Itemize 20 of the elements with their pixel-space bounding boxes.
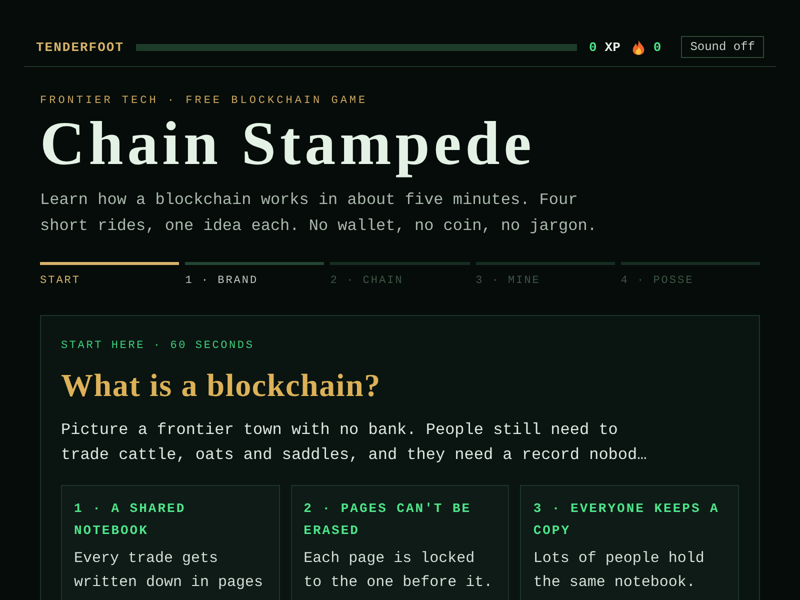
streak-value: 0 <box>653 40 662 54</box>
step-tab[interactable]: START <box>40 262 180 289</box>
lesson-text: Picture a frontier town with no bank. People still need to trade cattle, oats and saddles, and they need a record nobod… <box>61 420 648 466</box>
xp-label: XP <box>604 40 620 54</box>
idea-title: 3 · EVERYONE KEEPS A COPY <box>533 500 720 540</box>
sound-toggle-button[interactable]: Sound off <box>681 36 764 58</box>
eyebrow-text: FRONTIER TECH · FREE BLOCKCHAIN GAME <box>40 94 368 109</box>
idea-title: 1 · A SHARED NOTEBOOK <box>74 500 187 540</box>
intro-text: Learn how a blockchain works in about five minutes. Four short rides, one idea each. No wallet, no coin, no jargon. <box>40 190 598 237</box>
lesson-heading: What is a blockchain? <box>61 366 381 405</box>
idea-title: 2 · PAGES CAN'T BE ERASED <box>304 500 472 540</box>
xp-value: 0 <box>588 40 597 54</box>
lesson-eyebrow: START HERE · 60 SECONDS <box>61 339 256 354</box>
rank-label: TENDERFOOT <box>36 40 124 54</box>
idea-text: Every trade gets written down in pages <box>74 549 264 593</box>
idea-text: Lots of people hold the same notebook. <box>533 549 706 593</box>
idea-text: Each page is locked to the one before it. <box>304 549 494 593</box>
step-tab[interactable]: 1 · BRAND <box>185 262 324 289</box>
flame-icon <box>632 40 646 54</box>
game-title: Chain Stampede <box>40 109 536 179</box>
